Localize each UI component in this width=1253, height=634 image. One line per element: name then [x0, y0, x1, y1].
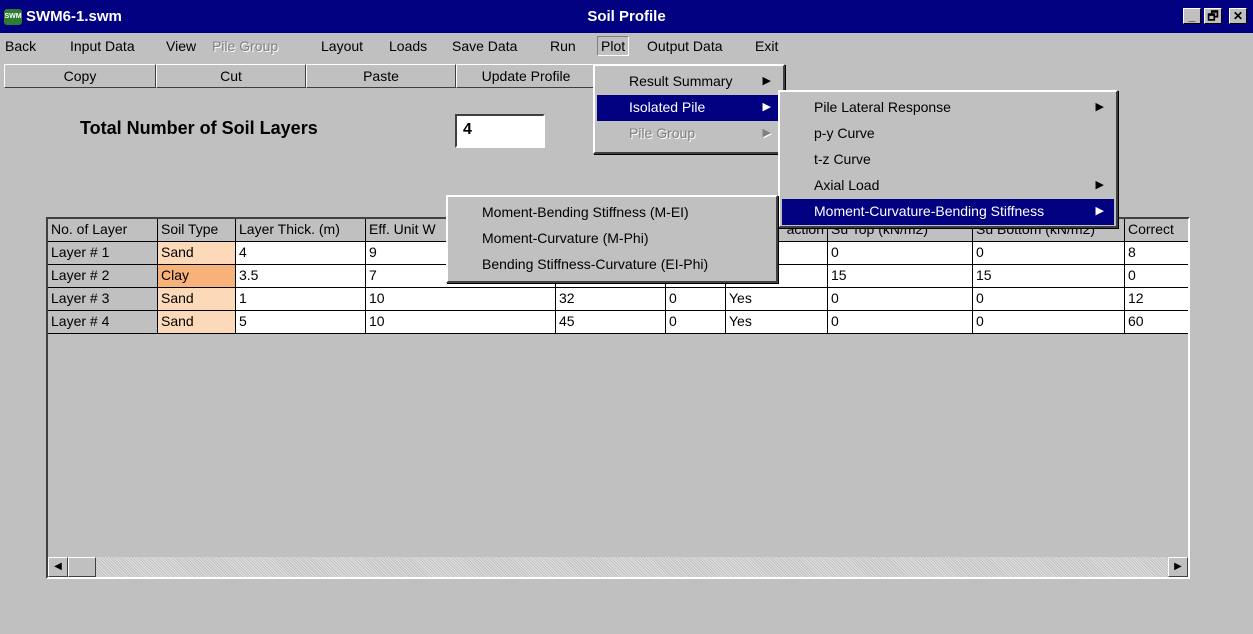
- menu-run[interactable]: Run: [550, 38, 576, 54]
- row-layer-label: Layer # 3: [48, 288, 158, 311]
- menu-input-data[interactable]: Input Data: [70, 38, 135, 54]
- cell-su-top[interactable]: 15: [828, 265, 973, 288]
- header-no-of-layer: No. of Layer: [48, 219, 158, 242]
- header-correct: Correct: [1125, 219, 1188, 242]
- menu-pile-lateral-response[interactable]: Pile Lateral Response ▶: [782, 95, 1114, 121]
- menu-moment-curvature-label: Moment-Curvature (M-Phi): [482, 230, 649, 246]
- cut-button[interactable]: Cut: [156, 64, 306, 88]
- menu-plot-pile-group[interactable]: Pile Group ▶: [597, 121, 781, 147]
- menu-output-data[interactable]: Output Data: [647, 38, 723, 54]
- cell-soil-type[interactable]: Sand: [158, 242, 236, 265]
- menu-result-summary-label: Result Summary: [629, 73, 733, 89]
- submenu-arrow-icon: ▶: [1095, 179, 1104, 191]
- cell-col6[interactable]: 0: [666, 288, 726, 311]
- scroll-right-icon[interactable]: ▶: [1168, 557, 1188, 577]
- submenu-arrow-icon: ▶: [762, 101, 771, 113]
- minimize-button[interactable]: _: [1183, 8, 1201, 24]
- menu-bar: Back Input Data View Pile Group Layout L…: [0, 33, 1253, 62]
- submenu-arrow-icon: ▶: [1095, 205, 1104, 217]
- cell-su-bottom[interactable]: 0: [973, 311, 1125, 334]
- menu-moment-bending-stiffness-label: Moment-Bending Stiffness (M-EI): [482, 204, 689, 220]
- cell-soil-type[interactable]: Sand: [158, 288, 236, 311]
- cell-col5[interactable]: 32: [556, 288, 666, 311]
- title-bar: SWM SWM6-1.swm Soil Profile _ 🗗 ✕: [0, 0, 1253, 33]
- cell-su-top[interactable]: 0: [828, 242, 973, 265]
- cell-su-top[interactable]: 0: [828, 311, 973, 334]
- menu-layout[interactable]: Layout: [321, 38, 363, 54]
- row-layer-label: Layer # 4: [48, 311, 158, 334]
- isolated-pile-submenu: Pile Lateral Response ▶ p-y Curve t-z Cu…: [778, 90, 1118, 228]
- menu-tz-curve-label: t-z Curve: [814, 151, 871, 167]
- menu-pile-group[interactable]: Pile Group: [212, 38, 278, 54]
- cell-soil-type[interactable]: Sand: [158, 311, 236, 334]
- menu-moment-curvature[interactable]: Moment-Curvature (M-Phi): [450, 226, 774, 252]
- submenu-arrow-icon: ▶: [1095, 101, 1104, 113]
- close-button[interactable]: ✕: [1229, 8, 1247, 24]
- menu-save-data[interactable]: Save Data: [452, 38, 517, 54]
- cell-col5[interactable]: 45: [556, 311, 666, 334]
- cell-correct[interactable]: 0: [1125, 265, 1188, 288]
- horizontal-scrollbar[interactable]: ◀ ▶: [48, 557, 1188, 577]
- header-soil-type: Soil Type: [158, 219, 236, 242]
- submenu-arrow-icon: ▶: [762, 75, 771, 87]
- menu-moment-curvature-bending-stiffness-label: Moment-Curvature-Bending Stiffness: [814, 203, 1045, 219]
- plot-menu: Result Summary ▶ Isolated Pile ▶ Pile Gr…: [593, 64, 785, 154]
- cell-unit-weight[interactable]: 10: [366, 311, 556, 334]
- total-layers-input[interactable]: 4: [455, 114, 545, 148]
- cell-thickness[interactable]: 3.5: [236, 265, 366, 288]
- copy-button[interactable]: Copy: [4, 64, 156, 88]
- scroll-left-icon[interactable]: ◀: [48, 557, 68, 577]
- menu-isolated-pile-label: Isolated Pile: [629, 99, 706, 115]
- scroll-thumb[interactable]: [68, 557, 96, 577]
- menu-isolated-pile[interactable]: Isolated Pile ▶: [597, 95, 781, 121]
- cell-col7[interactable]: Yes: [726, 311, 828, 334]
- cell-thickness[interactable]: 5: [236, 311, 366, 334]
- cell-unit-weight[interactable]: 10: [366, 288, 556, 311]
- restore-button[interactable]: 🗗: [1204, 8, 1222, 24]
- menu-axial-load-label: Axial Load: [814, 177, 880, 193]
- window-title: Soil Profile: [587, 8, 666, 25]
- menu-bending-stiffness-curvature-label: Bending Stiffness-Curvature (EI-Phi): [482, 256, 709, 272]
- cell-correct[interactable]: 12: [1125, 288, 1188, 311]
- menu-plot-pile-group-label: Pile Group: [629, 125, 696, 141]
- submenu-arrow-icon: ▶: [762, 127, 771, 139]
- menu-bending-stiffness-curvature[interactable]: Bending Stiffness-Curvature (EI-Phi): [450, 252, 774, 278]
- cell-correct[interactable]: 8: [1125, 242, 1188, 265]
- cell-col7[interactable]: Yes: [726, 288, 828, 311]
- cell-thickness[interactable]: 4: [236, 242, 366, 265]
- cell-su-bottom[interactable]: 0: [973, 288, 1125, 311]
- menu-pile-lateral-response-label: Pile Lateral Response: [814, 99, 951, 115]
- total-layers-label: Total Number of Soil Layers: [80, 118, 318, 138]
- cell-su-top[interactable]: 0: [828, 288, 973, 311]
- row-layer-label: Layer # 2: [48, 265, 158, 288]
- moment-curvature-submenu: Moment-Bending Stiffness (M-EI) Moment-C…: [446, 195, 778, 283]
- menu-back[interactable]: Back: [5, 38, 36, 54]
- menu-loads[interactable]: Loads: [389, 38, 427, 54]
- menu-exit[interactable]: Exit: [755, 38, 778, 54]
- menu-axial-load[interactable]: Axial Load ▶: [782, 173, 1114, 199]
- cell-correct[interactable]: 60: [1125, 311, 1188, 334]
- cell-col6[interactable]: 0: [666, 311, 726, 334]
- paste-button[interactable]: Paste: [306, 64, 456, 88]
- menu-py-curve[interactable]: p-y Curve: [782, 121, 1114, 147]
- menu-moment-curvature-bending-stiffness[interactable]: Moment-Curvature-Bending Stiffness ▶: [782, 199, 1114, 225]
- menu-tz-curve[interactable]: t-z Curve: [782, 147, 1114, 173]
- menu-py-curve-label: p-y Curve: [814, 125, 875, 141]
- menu-plot[interactable]: Plot: [597, 36, 630, 56]
- menu-moment-bending-stiffness[interactable]: Moment-Bending Stiffness (M-EI): [450, 200, 774, 226]
- cell-soil-type[interactable]: Clay: [158, 265, 236, 288]
- update-profile-button[interactable]: Update Profile: [456, 64, 596, 88]
- header-layer-thick: Layer Thick. (m): [236, 219, 366, 242]
- cell-su-bottom[interactable]: 15: [973, 265, 1125, 288]
- row-layer-label: Layer # 1: [48, 242, 158, 265]
- menu-view[interactable]: View: [166, 38, 196, 54]
- cell-su-bottom[interactable]: 0: [973, 242, 1125, 265]
- menu-result-summary[interactable]: Result Summary ▶: [597, 69, 781, 95]
- cell-thickness[interactable]: 1: [236, 288, 366, 311]
